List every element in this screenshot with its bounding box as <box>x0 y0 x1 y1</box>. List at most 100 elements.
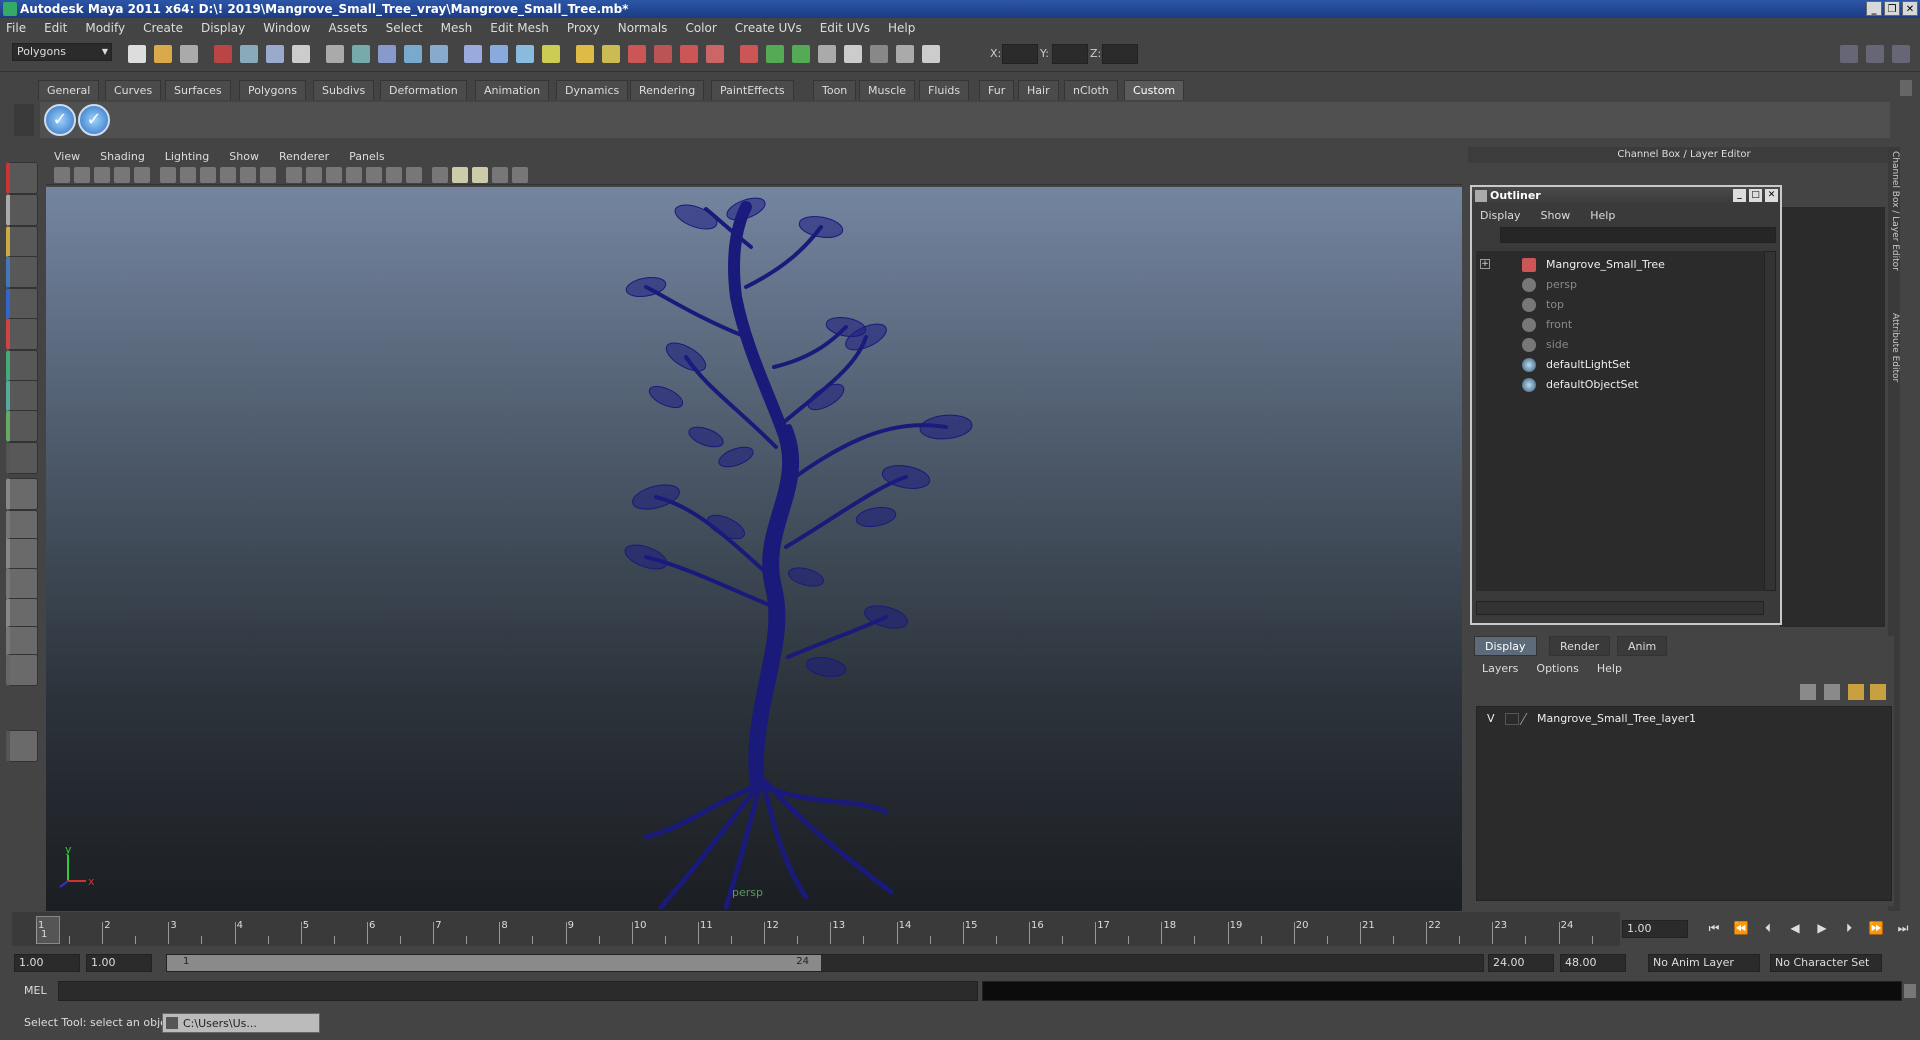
scale-tool-icon[interactable] <box>6 318 38 350</box>
time-slider[interactable]: 1 1 2 3 4 5 6 7 8 9 10 11 12 13 14 15 16 17 18 19 20 21 22 23 2… <box>12 912 1622 946</box>
go-to-end-icon[interactable]: ⏭ <box>1893 921 1913 937</box>
shelf-tab-deformation[interactable]: Deformation <box>380 80 467 100</box>
layer-visibility-toggle[interactable]: V <box>1487 709 1495 729</box>
viewport-menu-show[interactable]: Show <box>229 150 259 163</box>
outliner-menu-help[interactable]: Help <box>1590 209 1615 222</box>
step-forward-frame-icon[interactable]: ⏵ <box>1839 921 1859 937</box>
ipr-render-icon[interactable] <box>654 45 672 63</box>
layer-tab-display[interactable]: Display <box>1474 636 1537 656</box>
outliner-minimize-button[interactable]: _ <box>1733 189 1746 202</box>
lock-icon[interactable] <box>576 45 594 63</box>
wireframe-icon[interactable] <box>286 167 302 183</box>
shelf-tab-toon[interactable]: Toon <box>813 80 857 100</box>
close-button[interactable]: ✕ <box>1902 1 1918 16</box>
shadows-icon[interactable] <box>366 167 382 183</box>
new-layer-icon[interactable] <box>1800 684 1816 700</box>
outliner-close-button[interactable]: ✕ <box>1765 189 1778 202</box>
xray-icon[interactable] <box>386 167 402 183</box>
shelf-tab-fur[interactable]: Fur <box>979 80 1015 100</box>
backface-icon[interactable] <box>472 167 488 183</box>
custom-shelf-check-icon-2[interactable]: ✓ <box>78 104 110 136</box>
snap-grid-icon[interactable] <box>326 45 344 63</box>
menu-display[interactable]: Display <box>201 21 245 35</box>
show-editor-2-icon[interactable] <box>792 45 810 63</box>
shelf-scroll-icon[interactable] <box>1900 80 1912 96</box>
show-editor-1-icon[interactable] <box>766 45 784 63</box>
range-slider-handle[interactable]: 1 24 <box>167 955 821 971</box>
shelf-tab-surfaces[interactable]: Surfaces <box>165 80 231 100</box>
menu-modify[interactable]: Modify <box>85 21 125 35</box>
high-quality-icon[interactable] <box>432 167 448 183</box>
range-slider-track[interactable]: 1 24 <box>166 954 1484 972</box>
show-manipulator-icon[interactable] <box>6 410 38 442</box>
command-input[interactable] <box>58 981 978 1001</box>
shelf-tab-animation[interactable]: Animation <box>475 80 550 100</box>
output-ops-icon[interactable] <box>516 45 534 63</box>
outliner-list[interactable]: + Mangrove_Small_Tree persp top front side def… <box>1476 251 1764 591</box>
rotate-tool-icon[interactable] <box>6 288 38 320</box>
open-scene-icon[interactable] <box>154 45 172 63</box>
film-gate-icon[interactable] <box>160 167 176 183</box>
select-object-icon[interactable] <box>240 45 258 63</box>
playback-end-field[interactable]: 24.00 <box>1488 954 1554 972</box>
shelf-tab-polygons[interactable]: Polygons <box>239 80 306 100</box>
outliner-menu-show[interactable]: Show <box>1541 209 1571 222</box>
camera-icon[interactable] <box>870 45 888 63</box>
minimized-window-button[interactable]: C:\Users\Us... <box>162 1013 320 1033</box>
shelf-tab-curves[interactable]: Curves <box>105 80 162 100</box>
viewport-menu-lighting[interactable]: Lighting <box>165 150 209 163</box>
animation-start-field[interactable]: 1.00 <box>14 954 80 972</box>
outliner-menu-display[interactable]: Display <box>1480 209 1521 222</box>
animation-end-field[interactable]: 48.00 <box>1560 954 1626 972</box>
shelf-tab-custom[interactable]: Custom <box>1124 80 1185 100</box>
layer-menu-layers[interactable]: Layers <box>1482 662 1518 675</box>
outliner-horizontal-scrollbar[interactable] <box>1476 601 1764 615</box>
wire-on-shaded-icon[interactable] <box>452 167 468 183</box>
single-pane-layout-icon[interactable] <box>6 478 38 510</box>
outliner-vertical-scrollbar[interactable] <box>1764 251 1776 591</box>
camera-attr-icon[interactable] <box>74 167 90 183</box>
soft-mod-tool-icon[interactable] <box>6 380 38 412</box>
move-tool-icon[interactable] <box>6 256 38 288</box>
shelf-tab-subdivs[interactable]: Subdivs <box>313 80 375 100</box>
expand-icon[interactable]: + <box>1480 259 1490 269</box>
history-icon[interactable] <box>464 45 482 63</box>
graph-layout-icon[interactable] <box>6 568 38 600</box>
make-live-icon[interactable] <box>602 45 620 63</box>
script-editor-icon[interactable] <box>1904 984 1916 998</box>
render-settings-icon[interactable] <box>680 45 698 63</box>
snap-curve-icon[interactable] <box>352 45 370 63</box>
shelf-tab-painteffects[interactable]: PaintEffects <box>711 80 794 100</box>
select-tool-icon[interactable] <box>6 162 38 194</box>
snap-point-icon[interactable] <box>378 45 396 63</box>
current-time-field[interactable]: 1.00 <box>1622 920 1688 938</box>
shelf-tab-muscle[interactable]: Muscle <box>859 80 916 100</box>
play-backward-icon[interactable]: ◀ <box>1785 921 1805 937</box>
menu-edit-mesh[interactable]: Edit Mesh <box>490 21 549 35</box>
menu-create[interactable]: Create <box>143 21 183 35</box>
mangrove-tree-wireframe[interactable] <box>46 187 1462 911</box>
shelf-tab-ncloth[interactable]: nCloth <box>1064 80 1118 100</box>
layer-color-swatch[interactable] <box>1519 713 1537 725</box>
step-forward-key-icon[interactable]: ⏩ <box>1866 921 1886 937</box>
layer-row[interactable]: V Mangrove_Small_Tree_layer1 <box>1481 709 1881 729</box>
paint-select-tool-icon[interactable] <box>6 226 38 258</box>
select-component-icon[interactable] <box>266 45 284 63</box>
toggle-hud-icon[interactable] <box>512 167 528 183</box>
menu-help[interactable]: Help <box>888 21 915 35</box>
channel-box-toggle-icon[interactable] <box>1866 45 1884 63</box>
menu-mesh[interactable]: Mesh <box>441 21 473 35</box>
menu-normals[interactable]: Normals <box>618 21 668 35</box>
camera-select-icon[interactable] <box>54 167 70 183</box>
shelf-tab-rendering[interactable]: Rendering <box>630 80 705 100</box>
toggle-1-icon[interactable] <box>896 45 914 63</box>
restore-button[interactable]: ❐ <box>1884 1 1900 16</box>
outliner-item[interactable]: side <box>1476 335 1764 355</box>
shelf-tab-general[interactable]: General <box>38 80 100 100</box>
outliner-item[interactable]: persp <box>1476 275 1764 295</box>
toggle-2-icon[interactable] <box>922 45 940 63</box>
menu-edit-uvs[interactable]: Edit UVs <box>820 21 870 35</box>
layer-menu-help[interactable]: Help <box>1597 662 1622 675</box>
layer-menu-options[interactable]: Options <box>1536 662 1578 675</box>
show-hide-panel-icon[interactable] <box>1840 45 1858 63</box>
